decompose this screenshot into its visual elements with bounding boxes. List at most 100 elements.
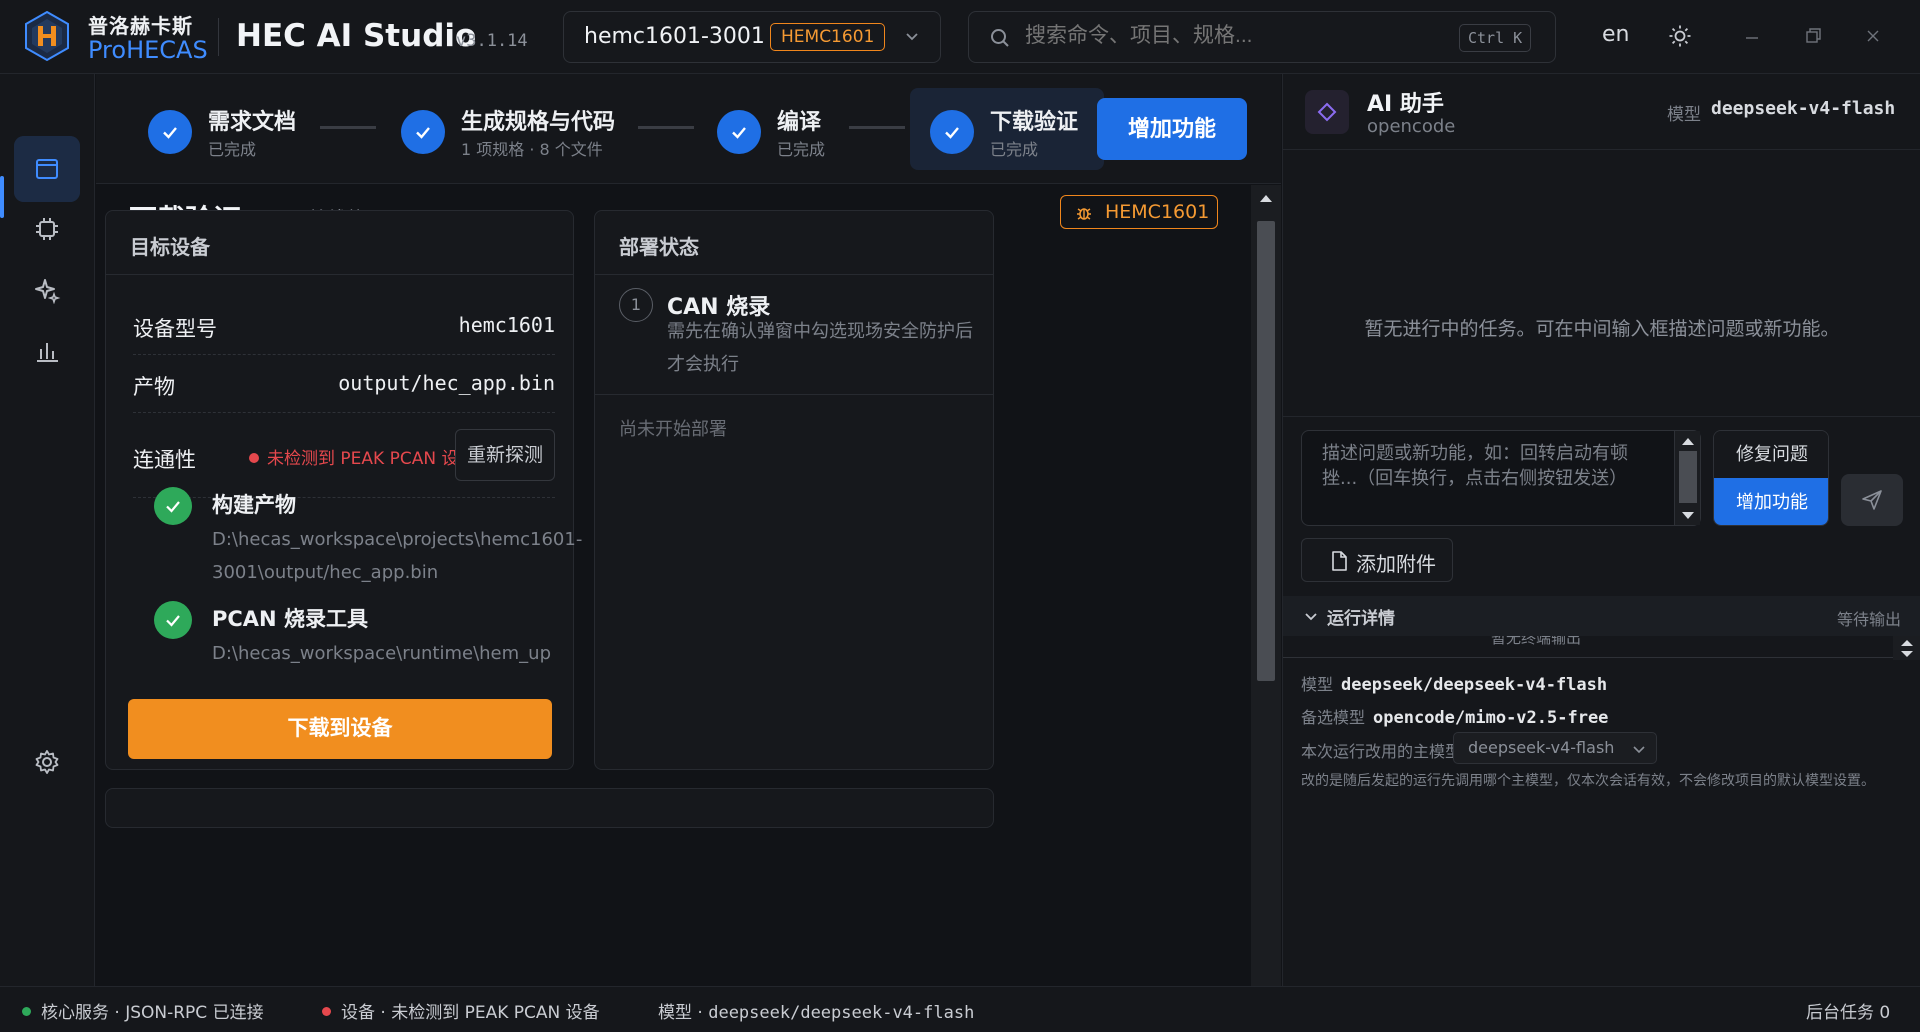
status-model-label: 模型 · xyxy=(658,1003,703,1023)
language-toggle[interactable]: en xyxy=(1602,22,1629,47)
run-backup-label: 备选模型 xyxy=(1301,708,1366,727)
mode-fix-button[interactable]: 修复问题 xyxy=(1714,431,1828,478)
diamond-icon xyxy=(1317,102,1337,122)
rail-item-settings[interactable] xyxy=(14,729,80,795)
status-bar: 核心服务 · JSON-RPC 已连接 设备 · 未检测到 PEAK PCAN … xyxy=(0,986,1920,1032)
restore-icon[interactable] xyxy=(1803,26,1823,46)
scroll-thumb[interactable] xyxy=(1679,451,1697,503)
step-subtitle: 已完成 xyxy=(208,140,257,159)
run-override-label: 本次运行改用的主模型 xyxy=(1301,742,1462,761)
nav-rail xyxy=(0,74,95,986)
mode-add-button[interactable]: 增加功能 xyxy=(1714,478,1828,525)
check-icon xyxy=(945,127,959,139)
override-model-select[interactable]: deepseek-v4-flash xyxy=(1453,732,1657,764)
brand-name-en: ProHECAS xyxy=(88,36,208,64)
check-icon xyxy=(166,615,180,627)
reprobe-button[interactable]: 重新探测 xyxy=(455,429,555,481)
sun-icon[interactable] xyxy=(1668,24,1692,48)
workflow-stepper: 需求文档 已完成 生成规格与代码 1 项规格 · 8 个文件 编译 已完成 下载… xyxy=(96,74,1281,184)
check-path-line: D:\hecas_workspace\projects\hemc1601- xyxy=(212,529,583,550)
window-icon xyxy=(36,159,58,179)
run-model-value: deepseek/deepseek-v4-flash xyxy=(1341,675,1608,695)
rail-item-devices[interactable] xyxy=(14,196,80,262)
check-icon xyxy=(416,127,430,139)
ai-input-scrollbar[interactable] xyxy=(1674,431,1700,525)
logo-icon xyxy=(25,10,69,62)
project-name: hemc1601-3001 xyxy=(584,24,765,49)
ai-assistant-panel: AI 助手 opencode 模型 deepseek-v4-flash 暂无进行… xyxy=(1282,74,1920,986)
run-backup-row: 备选模型 opencode/mimo-v2.5-free xyxy=(1301,704,1608,728)
next-card-peek xyxy=(105,788,994,828)
send-icon xyxy=(1862,490,1882,510)
terminal-scrollbar[interactable] xyxy=(1893,636,1920,660)
step-check xyxy=(717,110,761,154)
status-tasks[interactable]: 后台任务 0 xyxy=(1806,998,1890,1023)
title-divider xyxy=(218,18,219,56)
chip-icon xyxy=(36,218,58,240)
step-title: 需求文档 xyxy=(208,110,297,135)
step-subtitle: 已完成 xyxy=(777,140,826,159)
sparkle-icon xyxy=(35,279,61,304)
project-selector[interactable]: hemc1601-3001 HEMC1601 xyxy=(563,11,941,63)
run-model-row: 模型 deepseek/deepseek-v4-flash xyxy=(1301,671,1607,695)
scroll-up-icon[interactable] xyxy=(1260,193,1272,203)
rail-item-workspace-icon[interactable] xyxy=(14,136,80,202)
check-title: 构建产物 xyxy=(212,493,296,517)
check-path-line: 3001\output/hec_app.bin xyxy=(212,562,439,583)
add-feature-button[interactable]: 增加功能 xyxy=(1097,98,1247,160)
ai-divider xyxy=(1283,416,1920,417)
step-subtitle: 已完成 xyxy=(990,140,1039,159)
deploy-status-card: 部署状态 1 CAN 烧录 需先在确认弹窗中勾选现场安全防护后才会执行 尚未开始… xyxy=(594,210,994,770)
rail-item-reports[interactable] xyxy=(14,318,80,384)
step-title: 下载验证 xyxy=(990,110,1079,135)
ai-empty-message: 暂无进行中的任务。可在中间输入框描述问题或新功能。 xyxy=(1364,318,1840,340)
check-icon xyxy=(163,127,177,139)
scroll-down-icon[interactable] xyxy=(1901,650,1913,658)
run-details-header[interactable]: 运行详情 等待输出 xyxy=(1283,596,1920,636)
step-check xyxy=(401,110,445,154)
ai-prompt-placeholder: 描述问题或新功能，如：回转启动有顿挫...（回车换行，点击右侧按钮发送） xyxy=(1322,443,1628,489)
card-header: 部署状态 xyxy=(595,211,993,275)
main-scrollbar[interactable] xyxy=(1251,185,1281,986)
ai-subtitle: opencode xyxy=(1367,116,1456,137)
rail-item-ai[interactable] xyxy=(14,257,80,323)
terminal-output-text: 暂无终端输出 xyxy=(1491,636,1582,647)
card-header: 目标设备 xyxy=(106,211,573,275)
step-check xyxy=(148,110,192,154)
ai-prompt-input[interactable]: 描述问题或新功能，如：回转启动有顿挫...（回车换行，点击右侧按钮发送） xyxy=(1301,430,1701,526)
check-path: D:\hecas_workspace\projects\hemc1601- 30… xyxy=(212,523,582,589)
title-bar: 普洛赫卡斯 ProHECAS HEC AI Studio v3.1.14 hem… xyxy=(0,0,1920,74)
search-input[interactable] xyxy=(1025,24,1445,48)
download-to-device-button[interactable]: 下载到设备 xyxy=(128,699,552,759)
bar-chart-icon xyxy=(37,343,58,362)
status-device: 设备 · 未检测到 PEAK PCAN 设备 xyxy=(322,998,600,1023)
scroll-thumb[interactable] xyxy=(1257,221,1275,681)
send-button[interactable] xyxy=(1841,474,1903,526)
deploy-step-number: 1 xyxy=(619,288,653,322)
minimize-icon[interactable] xyxy=(1742,28,1762,48)
override-model-value: deepseek-v4-flash xyxy=(1468,738,1615,757)
ai-model-value: deepseek-v4-flash xyxy=(1711,98,1896,119)
scroll-up-icon[interactable] xyxy=(1901,639,1913,647)
step-title: 编译 xyxy=(777,110,822,135)
card-title: 部署状态 xyxy=(619,235,699,259)
device-badge: HEMC1601 xyxy=(1060,195,1218,229)
step-connector xyxy=(849,126,905,129)
status-dot-error xyxy=(322,1006,331,1016)
search-shortcut: Ctrl K xyxy=(1459,24,1532,52)
scroll-down-icon[interactable] xyxy=(1682,511,1694,520)
terminal-output-peek: 暂无终端输出 xyxy=(1283,636,1893,658)
status-core: 核心服务 · JSON-RPC 已连接 xyxy=(22,998,264,1023)
artifact-value: output/hec_app.bin xyxy=(338,371,555,395)
file-icon xyxy=(1332,551,1347,571)
brand-name-cn: 普洛赫卡斯 xyxy=(88,14,193,38)
deploy-step-desc: 需先在确认弹窗中勾选现场安全防护后才会执行 xyxy=(667,321,973,375)
deploy-divider xyxy=(595,394,993,395)
step-connector xyxy=(320,126,376,129)
ai-title: AI 助手 xyxy=(1367,92,1444,117)
scroll-up-icon[interactable] xyxy=(1682,437,1694,446)
device-model-row: 设备型号 hemc1601 xyxy=(133,297,555,355)
close-icon[interactable] xyxy=(1863,26,1883,46)
command-search[interactable]: Ctrl K xyxy=(968,11,1556,63)
add-attachment-button[interactable]: 添加附件 xyxy=(1301,538,1453,582)
